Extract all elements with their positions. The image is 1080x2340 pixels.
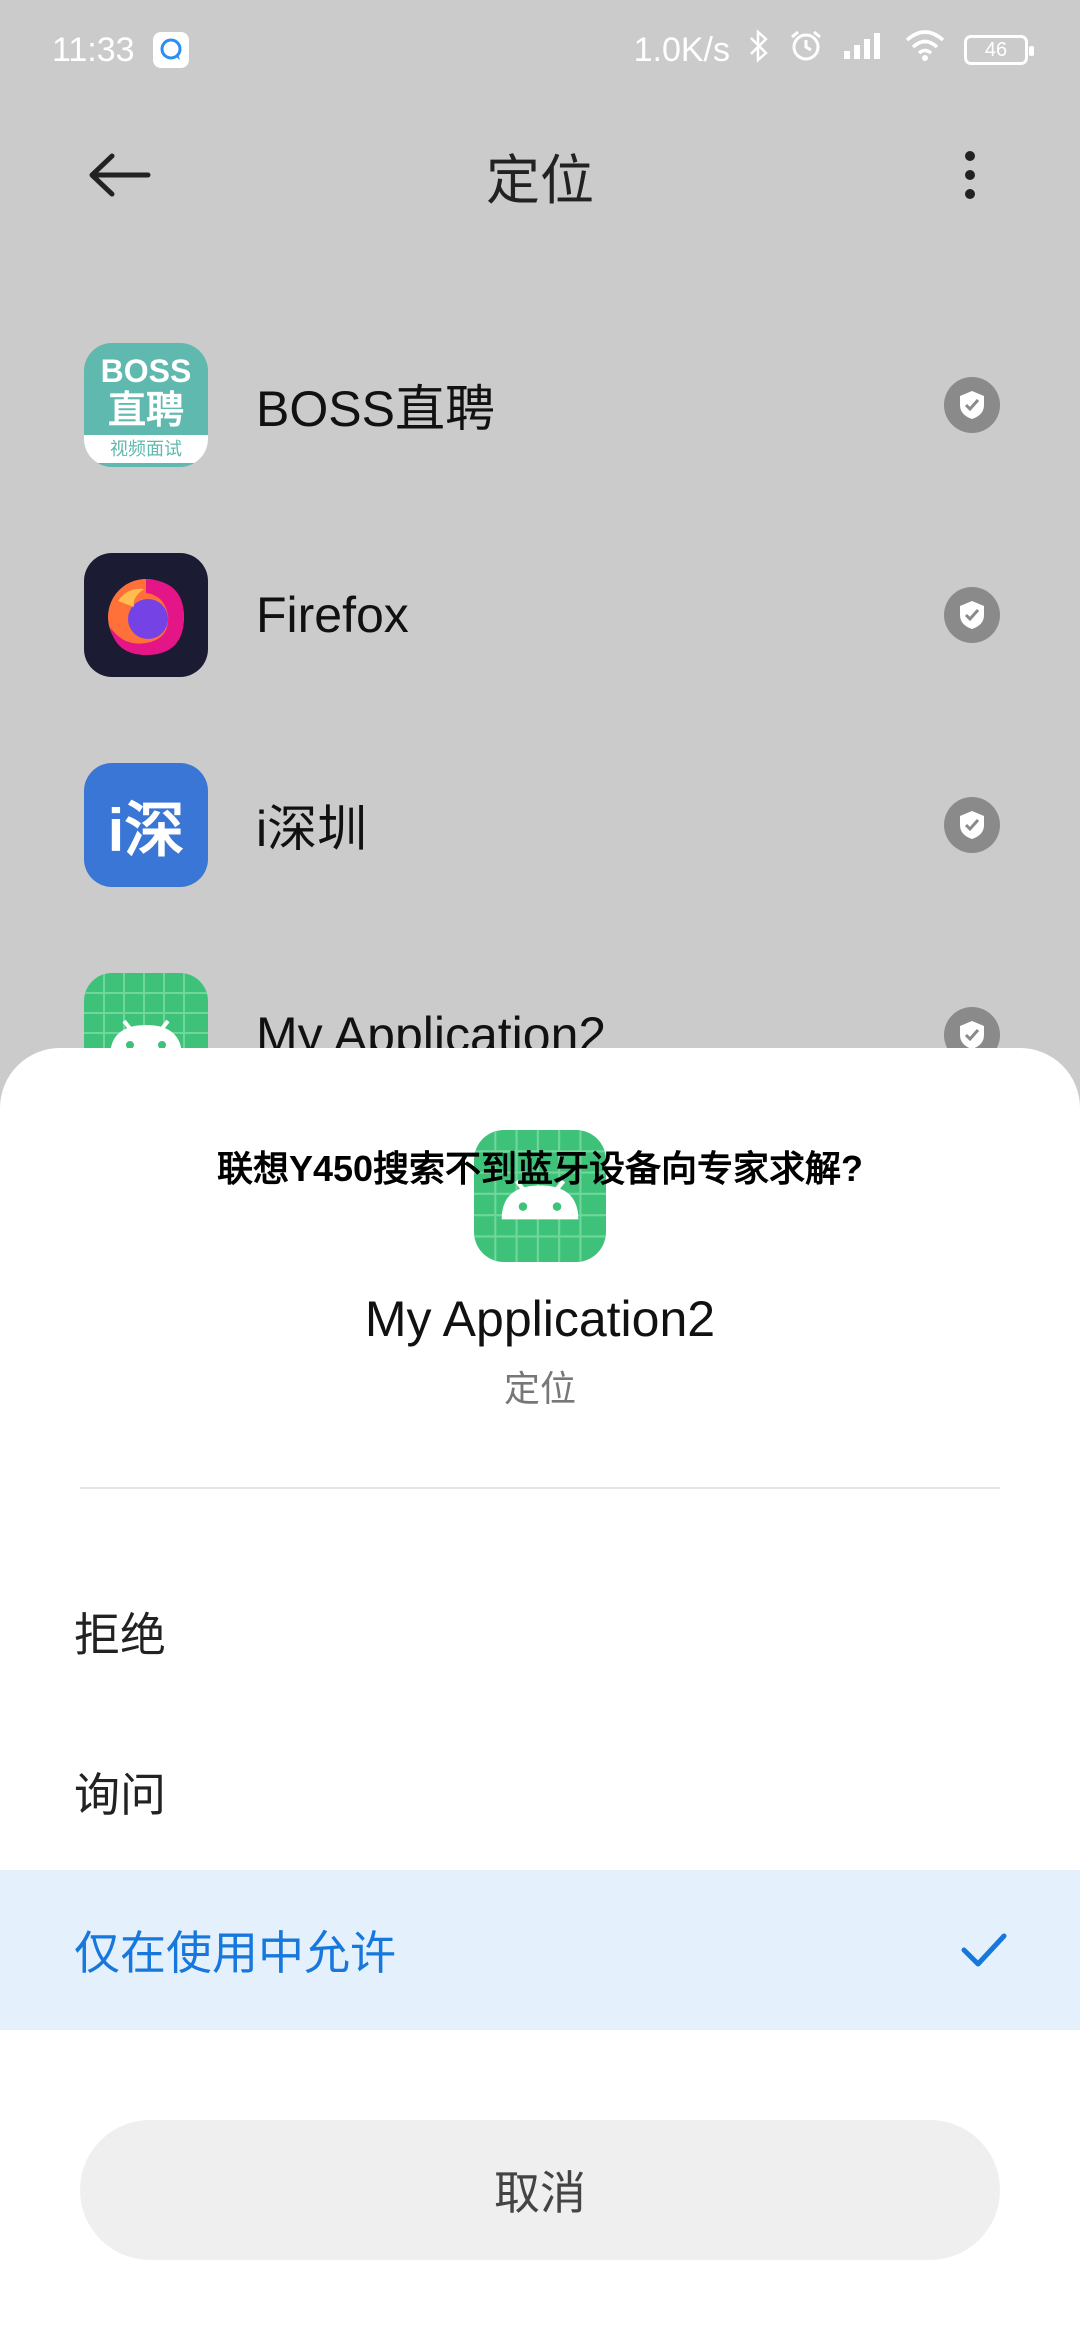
option-label: 拒绝 <box>74 1609 166 1661</box>
option-allow-while-in-use[interactable]: 仅在使用中允许 <box>0 1870 1080 2030</box>
top-bar: 定位 <box>0 120 1080 230</box>
shield-check-icon <box>944 377 1000 433</box>
boss-icon-text-mid: 直聘 <box>107 390 184 432</box>
page-title: 定位 <box>486 150 594 211</box>
boss-app-icon: BOSS 直聘 视频面试 <box>84 343 208 467</box>
signal-icon <box>842 31 886 70</box>
boss-icon-text-top: BOSS <box>100 353 192 389</box>
app-row-ishenzhen[interactable]: i深 i深圳 <box>0 720 1080 930</box>
overlay-caption: 联想Y450搜索不到蓝牙设备向专家求解? <box>216 1148 864 1189</box>
arrow-left-icon <box>89 153 151 197</box>
status-bar-right: 1.0K/s 46 <box>633 28 1034 73</box>
option-label: 仅在使用中允许 <box>74 1927 396 1979</box>
shield-check-icon <box>944 797 1000 853</box>
app-row-firefox[interactable]: Firefox <box>0 510 1080 720</box>
app-name: i深圳 <box>256 801 368 857</box>
firefox-app-icon <box>84 553 208 677</box>
status-time: 11:33 <box>52 30 135 69</box>
option-label: 询问 <box>74 1769 166 1821</box>
more-button[interactable] <box>930 135 1010 215</box>
boss-icon-text-bottom: 视频面试 <box>84 435 208 463</box>
ishenzhen-app-icon: i深 <box>84 763 208 887</box>
app-name: Firefox <box>256 587 409 643</box>
battery-icon: 46 <box>964 35 1034 65</box>
alarm-icon <box>788 28 824 73</box>
battery-level: 46 <box>984 38 1008 61</box>
sheet-permission-name: 定位 <box>503 1368 576 1409</box>
app-row-boss[interactable]: BOSS 直聘 视频面试 BOSS直聘 <box>0 300 1080 510</box>
ishenzhen-icon-text: i深 <box>107 796 185 864</box>
back-button[interactable] <box>80 135 160 215</box>
network-speed: 1.0K/s <box>633 30 730 69</box>
more-vertical-icon <box>965 151 975 199</box>
status-bar: 11:33 1.0K/s 46 <box>0 0 1080 100</box>
status-bar-left: 11:33 <box>52 31 189 70</box>
wifi-icon <box>904 29 946 71</box>
app-list: BOSS 直聘 视频面试 BOSS直聘 Firefox i深 i深圳 My Ap… <box>0 300 1080 1140</box>
cancel-button[interactable]: 取消 <box>80 2120 1000 2260</box>
checkmark-icon <box>961 1933 1007 1967</box>
divider <box>80 1487 1000 1489</box>
bluetooth-icon <box>748 28 770 72</box>
option-ask[interactable]: 询问 <box>0 1712 1080 1872</box>
app-name: BOSS直聘 <box>256 381 495 437</box>
shield-check-icon <box>944 587 1000 643</box>
cancel-label: 取消 <box>494 2167 586 2219</box>
option-deny[interactable]: 拒绝 <box>0 1552 1080 1712</box>
chat-bubble-icon <box>152 32 189 68</box>
sheet-app-name: My Application2 <box>364 1291 716 1347</box>
